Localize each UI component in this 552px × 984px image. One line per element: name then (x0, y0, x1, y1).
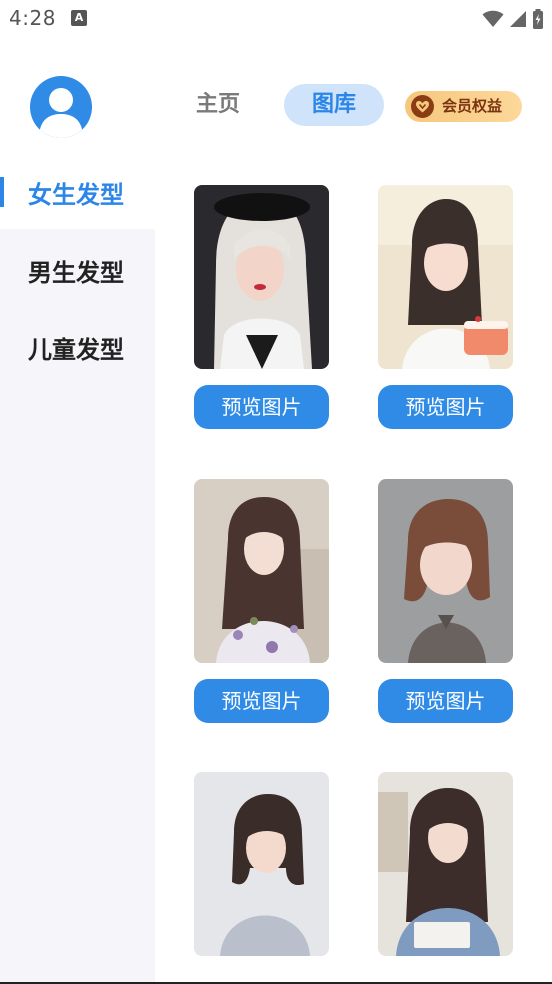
category-sidebar: 女生发型 男生发型 儿童发型 (0, 152, 155, 984)
vip-benefits-label: 会员权益 (442, 97, 503, 115)
hairstyle-photo[interactable] (378, 479, 513, 663)
hairstyle-photo[interactable] (378, 185, 513, 369)
vip-benefits-button[interactable]: 会员权益 (405, 91, 522, 122)
hairstyle-photo[interactable] (194, 185, 329, 369)
sidebar-item-kids-hairstyles[interactable]: 儿童发型 (28, 330, 124, 365)
notification-icon: A (71, 10, 87, 26)
tab-gallery[interactable]: 图库 (284, 84, 384, 126)
user-icon (39, 88, 83, 138)
status-icons (482, 7, 544, 31)
wifi-icon (482, 10, 504, 27)
preview-image-button[interactable]: 预览图片 (194, 679, 329, 723)
signal-icon (510, 11, 526, 27)
hairstyle-photo[interactable] (378, 772, 513, 956)
status-time: 4:28 (9, 6, 56, 30)
tab-home[interactable]: 主页 (186, 84, 250, 126)
sidebar-item-women-hairstyles[interactable]: 女生发型 (28, 175, 124, 210)
preview-image-button[interactable]: 预览图片 (378, 679, 513, 723)
preview-image-button[interactable]: 预览图片 (378, 385, 513, 429)
preview-image-button[interactable]: 预览图片 (194, 385, 329, 429)
battery-icon (533, 9, 543, 29)
vip-heart-icon (411, 95, 434, 118)
status-bar: 4:28 A (0, 0, 552, 40)
sidebar-active-indicator (0, 177, 4, 207)
hairstyle-photo[interactable] (194, 479, 329, 663)
hairstyle-photo[interactable] (194, 772, 329, 956)
sidebar-item-men-hairstyles[interactable]: 男生发型 (28, 253, 124, 288)
avatar[interactable] (30, 76, 92, 138)
